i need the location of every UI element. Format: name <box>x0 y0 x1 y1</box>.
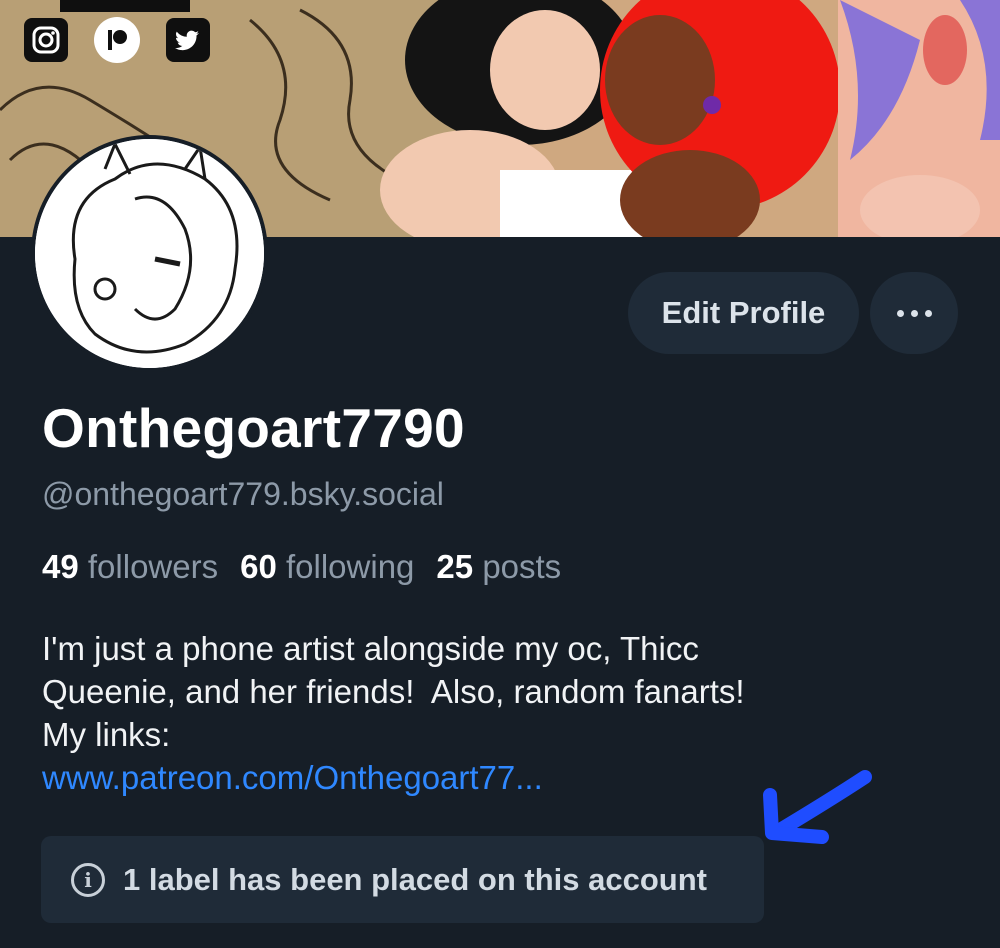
patreon-icon[interactable] <box>94 17 140 63</box>
posts-count: 25 <box>436 548 474 585</box>
followers-count: 49 <box>42 548 79 585</box>
avatar-image <box>35 139 264 368</box>
twitter-icon[interactable] <box>166 18 210 62</box>
more-options-button[interactable] <box>870 272 958 354</box>
handle: @onthegoart779.bsky.social <box>42 476 444 512</box>
edit-profile-button[interactable]: Edit Profile <box>628 272 859 354</box>
profile-stats: 49 followers 60 following 25 posts <box>42 548 561 586</box>
ellipsis-icon <box>896 309 904 317</box>
posts-stat: 25 posts <box>436 548 561 586</box>
following-stat[interactable]: 60 following <box>240 548 414 586</box>
annotation-arrow-icon <box>763 770 872 844</box>
bio-line: My links: <box>42 716 171 753</box>
instagram-icon[interactable] <box>24 18 68 62</box>
info-icon: i <box>71 862 105 897</box>
followers-stat[interactable]: 49 followers <box>42 548 218 586</box>
posts-label: posts <box>482 548 562 585</box>
display-name: Onthegoart7790 <box>42 397 465 459</box>
following-count: 60 <box>240 548 277 585</box>
following-label: following <box>286 548 415 585</box>
bio-line: Queenie, and her friends! Also, random f… <box>42 673 745 710</box>
account-label-notice[interactable]: i 1 label has been placed on this accoun… <box>41 836 764 923</box>
label-notice-text: 1 label has been placed on this account <box>123 861 707 897</box>
avatar[interactable] <box>31 135 268 372</box>
followers-label: followers <box>87 548 219 585</box>
bio-line: I'm just a phone artist alongside my oc,… <box>42 630 699 667</box>
